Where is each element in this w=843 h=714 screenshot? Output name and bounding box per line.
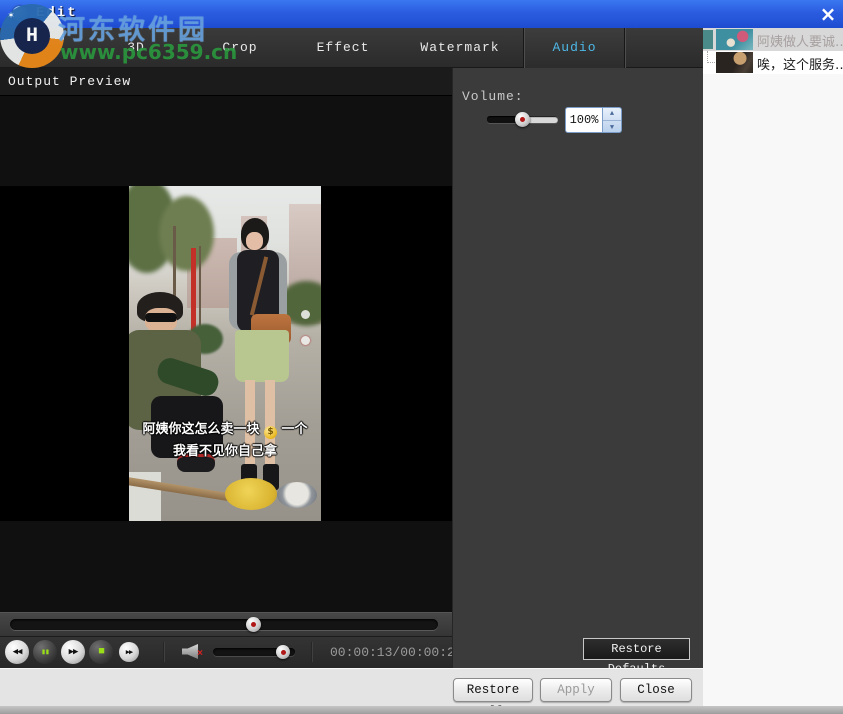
divider: [311, 642, 313, 662]
subtitle-line-1: 阿姨你这怎么卖一块 $ 一个: [129, 418, 321, 439]
seek-track[interactable]: [10, 619, 438, 630]
stop-icon[interactable]: ■: [89, 640, 113, 664]
site-logo: H ✶: [0, 4, 64, 68]
apply-button[interactable]: Apply: [540, 678, 612, 702]
close-icon[interactable]: ×: [816, 2, 840, 26]
playback-time: 00:00:13/00:00:23: [330, 645, 442, 660]
watermark-site-url: www.pc6359.cn: [60, 40, 237, 64]
close-button[interactable]: Close: [620, 678, 692, 702]
divider: [163, 642, 165, 662]
tab-audio-label: Audio: [524, 28, 625, 68]
list-item-title: 唉，这个服务…: [757, 54, 843, 73]
step-forward-icon[interactable]: ▶▶: [119, 642, 139, 662]
overlay-icon: [301, 310, 310, 319]
player-volume-thumb[interactable]: [276, 645, 290, 659]
restore-defaults-button[interactable]: Restore Defaults: [583, 638, 690, 660]
video-thumbnail: [716, 29, 753, 50]
subtitle-text: 一个: [282, 422, 308, 437]
audio-settings-panel: [452, 68, 703, 668]
red-lamp-pole: [191, 248, 196, 338]
sunglasses: [145, 313, 177, 322]
standing-woman-face: [246, 232, 263, 250]
output-preview-header: Output Preview: [0, 68, 452, 96]
metal-basin: [277, 482, 317, 508]
volume-slider-thumb[interactable]: [515, 112, 530, 127]
subtitle-text: 阿姨你这怎么卖一块: [142, 422, 259, 437]
star-icon: ✶: [8, 10, 14, 22]
tab-watermark[interactable]: Watermark: [420, 28, 499, 68]
fast-forward-icon[interactable]: ▶▶: [61, 640, 85, 664]
video-thumbnail: [716, 52, 753, 73]
preview-area: 阿姨你这怎么卖一块 $ 一个 我看不见你自己拿: [0, 96, 452, 612]
tree-trunk: [199, 246, 201, 326]
list-item[interactable]: 阿姨做人要诚…: [703, 28, 843, 51]
list-item-title: 阿姨做人要诚…: [757, 31, 843, 50]
seek-bar[interactable]: [0, 612, 452, 636]
money-coin-icon: $: [264, 426, 277, 439]
yellow-chicks: [225, 478, 277, 510]
volume-value-field[interactable]: 100%: [565, 107, 602, 133]
seek-thumb[interactable]: [246, 617, 261, 632]
restore-all-button[interactable]: Restore All: [453, 678, 533, 702]
partial-thumbnail: [703, 30, 713, 49]
site-logo-letter: H: [14, 18, 50, 54]
list-item[interactable]: 唉，这个服务…: [703, 51, 843, 74]
edit-dialog-window: 阿姨做人要诚… 唉，这个服务… Edit × 3D Crop Effect Wa…: [0, 0, 843, 714]
spin-down-icon[interactable]: ▼: [603, 121, 621, 133]
window-bottom-edge: [0, 706, 843, 714]
overlay-icon: [301, 336, 310, 345]
tab-audio[interactable]: Audio: [523, 28, 626, 68]
volume-spinner: 100% ▲ ▼: [565, 107, 622, 133]
spin-up-icon[interactable]: ▲: [603, 108, 621, 121]
rewind-icon[interactable]: ◀◀: [5, 640, 29, 664]
pause-icon[interactable]: ▮▮: [33, 640, 57, 664]
subtitle-line-2: 我看不见你自己拿: [129, 440, 321, 459]
tree: [159, 196, 214, 271]
background-file-list: 阿姨做人要诚… 唉，这个服务…: [703, 28, 843, 706]
volume-label: Volume:: [462, 89, 524, 104]
tree-connector: [707, 51, 715, 63]
green-skirt: [235, 330, 289, 382]
video-frame: 阿姨你这怎么卖一块 $ 一个 我看不见你自己拿: [129, 186, 321, 521]
mute-x-mark: ×: [197, 650, 203, 660]
tab-effect[interactable]: Effect: [317, 28, 370, 68]
